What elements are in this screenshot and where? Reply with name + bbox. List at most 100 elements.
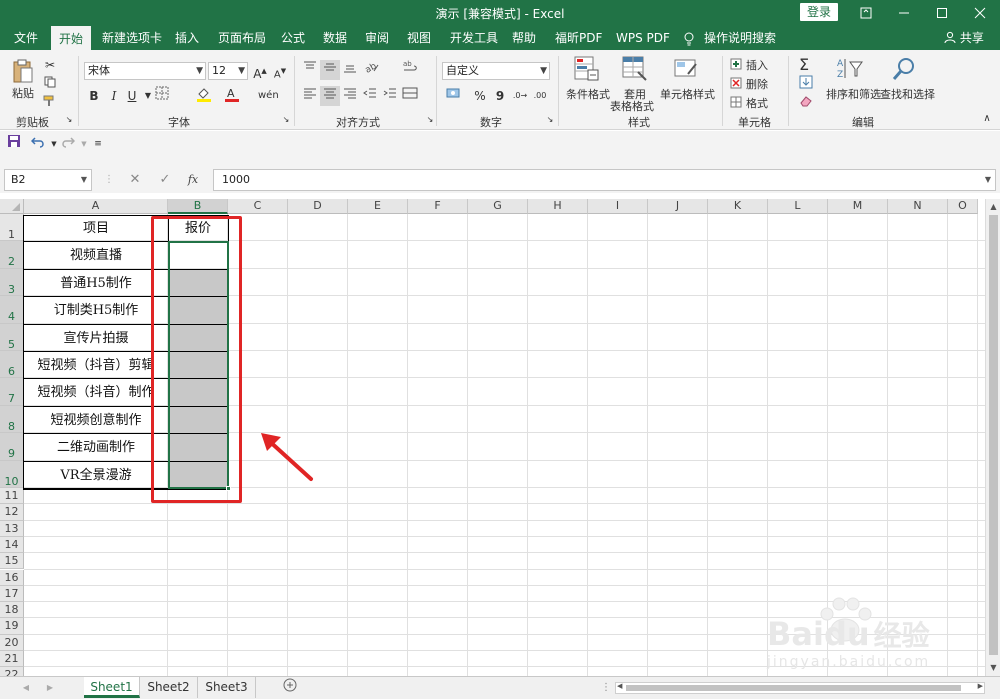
row-header-14[interactable]: 14	[0, 536, 24, 554]
tab-home[interactable]: 开始	[51, 26, 92, 50]
prev-sheet-icon[interactable]: ◀	[16, 678, 36, 698]
cell-a3[interactable]: 普通H5制作	[24, 270, 168, 297]
row-header-15[interactable]: 15	[0, 553, 24, 570]
orientation-icon[interactable]: ab	[362, 60, 382, 80]
cell-a9[interactable]: 二维动画制作	[24, 434, 168, 461]
column-header-e[interactable]: E	[348, 199, 408, 214]
phonetic-icon[interactable]: wén	[258, 86, 279, 106]
italic-button[interactable]: I	[104, 86, 124, 106]
fill-color-icon[interactable]	[194, 86, 214, 106]
wrap-text-icon[interactable]: ab	[400, 60, 420, 80]
cell-a6[interactable]: 短视频（抖音）剪辑	[24, 352, 168, 379]
column-header-f[interactable]: F	[408, 199, 468, 214]
row-header-18[interactable]: 18	[0, 602, 24, 619]
row-header-16[interactable]: 16	[0, 569, 24, 586]
font-color-icon[interactable]: A	[222, 86, 242, 106]
number-format-combo[interactable]: 自定义 ▼	[442, 62, 550, 80]
alignment-launcher-icon[interactable]: ↘	[424, 114, 436, 126]
scroll-left-icon[interactable]: ◀	[617, 682, 622, 690]
font-name-combo[interactable]: 宋体 ▼	[84, 62, 206, 80]
align-middle-icon[interactable]	[320, 60, 340, 80]
vertical-scroll-thumb[interactable]	[989, 215, 998, 655]
row-header-10[interactable]: 10	[0, 460, 24, 488]
tab-view[interactable]: 视图	[407, 26, 431, 50]
borders-icon[interactable]	[152, 86, 172, 106]
row-header-20[interactable]: 20	[0, 634, 24, 651]
merge-center-icon[interactable]	[400, 86, 420, 106]
row-header-6[interactable]: 6	[0, 351, 24, 379]
add-sheet-icon[interactable]	[280, 678, 300, 698]
increase-decimal-icon[interactable]: .0→	[510, 86, 530, 106]
login-button[interactable]: 登录	[800, 3, 838, 21]
row-header-9[interactable]: 9	[0, 433, 24, 461]
font-launcher-icon[interactable]: ↘	[280, 114, 292, 126]
column-header-h[interactable]: H	[528, 199, 588, 214]
name-box[interactable]: B2 ▼	[4, 169, 92, 191]
share-button[interactable]: 共享	[944, 26, 984, 50]
sheet-tab-1[interactable]: Sheet1	[84, 677, 140, 698]
column-header-c[interactable]: C	[228, 199, 288, 214]
align-left-icon[interactable]	[300, 86, 320, 106]
font-size-combo[interactable]: 12 ▼	[208, 62, 248, 80]
lightbulb-icon[interactable]	[683, 26, 695, 50]
clipboard-launcher-icon[interactable]: ↘	[63, 114, 75, 126]
cut-icon[interactable]: ✂	[40, 55, 60, 75]
tab-insert[interactable]: 插入	[175, 26, 199, 50]
tab-review[interactable]: 审阅	[365, 26, 389, 50]
tell-me-search[interactable]: 操作说明搜索	[704, 26, 776, 50]
comma-style-button[interactable]: 9	[490, 86, 510, 106]
align-bottom-icon[interactable]	[340, 60, 360, 80]
row-header-17[interactable]: 17	[0, 585, 24, 603]
cell-a2[interactable]: 视频直播	[24, 242, 168, 269]
scroll-up-icon[interactable]: ▲	[986, 200, 1000, 214]
cell-a8[interactable]: 短视频创意制作	[24, 407, 168, 434]
row-header-12[interactable]: 12	[0, 504, 24, 521]
tab-page-layout[interactable]: 页面布局	[218, 26, 266, 50]
worksheet-grid[interactable]: ABCDEFGHIJKLMNO 1 2 3 4 5 6 7 8 9 10 11 12 13 14 15 16 1…	[0, 199, 985, 676]
save-icon[interactable]	[4, 134, 24, 154]
shrink-font-icon[interactable]: A▼	[270, 61, 290, 81]
select-all-corner[interactable]	[0, 199, 24, 214]
percent-button[interactable]: %	[470, 86, 490, 106]
column-header-a[interactable]: A	[24, 199, 168, 214]
grow-font-icon[interactable]: A▲	[250, 61, 270, 81]
decrease-indent-icon[interactable]	[360, 86, 380, 106]
row-header-19[interactable]: 19	[0, 618, 24, 635]
align-top-icon[interactable]	[300, 60, 320, 80]
column-header-i[interactable]: I	[588, 199, 648, 214]
customize-qat-icon[interactable]: ≡	[88, 134, 108, 154]
column-header-m[interactable]: M	[828, 199, 888, 214]
format-painter-icon[interactable]	[40, 93, 60, 113]
cell-a7[interactable]: 短视频（抖音）制作	[24, 379, 168, 406]
next-sheet-icon[interactable]: ▶	[40, 678, 60, 698]
tab-wps-pdf[interactable]: WPS PDF	[616, 26, 670, 50]
insert-function-button[interactable]: fx	[184, 171, 202, 189]
cell-a5[interactable]: 宣传片拍摄	[24, 325, 168, 352]
decrease-decimal-icon[interactable]: .00	[530, 86, 550, 106]
tab-developer[interactable]: 开发工具	[450, 26, 498, 50]
collapse-ribbon-icon[interactable]: ∧	[980, 112, 994, 126]
copy-icon[interactable]	[40, 74, 60, 94]
tab-new-tab[interactable]: 新建选项卡	[102, 26, 162, 50]
column-header-n[interactable]: N	[888, 199, 948, 214]
column-header-o[interactable]: O	[948, 199, 978, 214]
sheet-tab-3[interactable]: Sheet3	[198, 677, 256, 698]
cell-a10[interactable]: VR全景漫游	[24, 462, 168, 489]
row-header-8[interactable]: 8	[0, 405, 24, 434]
horizontal-scroll-thumb[interactable]	[626, 685, 961, 691]
row-header-4[interactable]: 4	[0, 296, 24, 324]
row-header-21[interactable]: 21	[0, 651, 24, 668]
column-header-k[interactable]: K	[708, 199, 768, 214]
bold-button[interactable]: B	[84, 86, 104, 106]
cell-a4[interactable]: 订制类H5制作	[24, 297, 168, 324]
close-icon[interactable]	[962, 0, 998, 26]
row-header-22[interactable]: 22	[0, 667, 24, 676]
clear-icon[interactable]	[796, 94, 816, 114]
autosum-icon[interactable]: Σ	[794, 55, 814, 75]
formula-input[interactable]: 1000 ▼	[213, 169, 996, 191]
minimize-icon[interactable]	[886, 0, 922, 26]
sheet-tab-2[interactable]: Sheet2	[140, 677, 198, 698]
fill-icon[interactable]	[796, 75, 816, 95]
column-header-g[interactable]: G	[468, 199, 528, 214]
maximize-icon[interactable]	[924, 0, 960, 26]
